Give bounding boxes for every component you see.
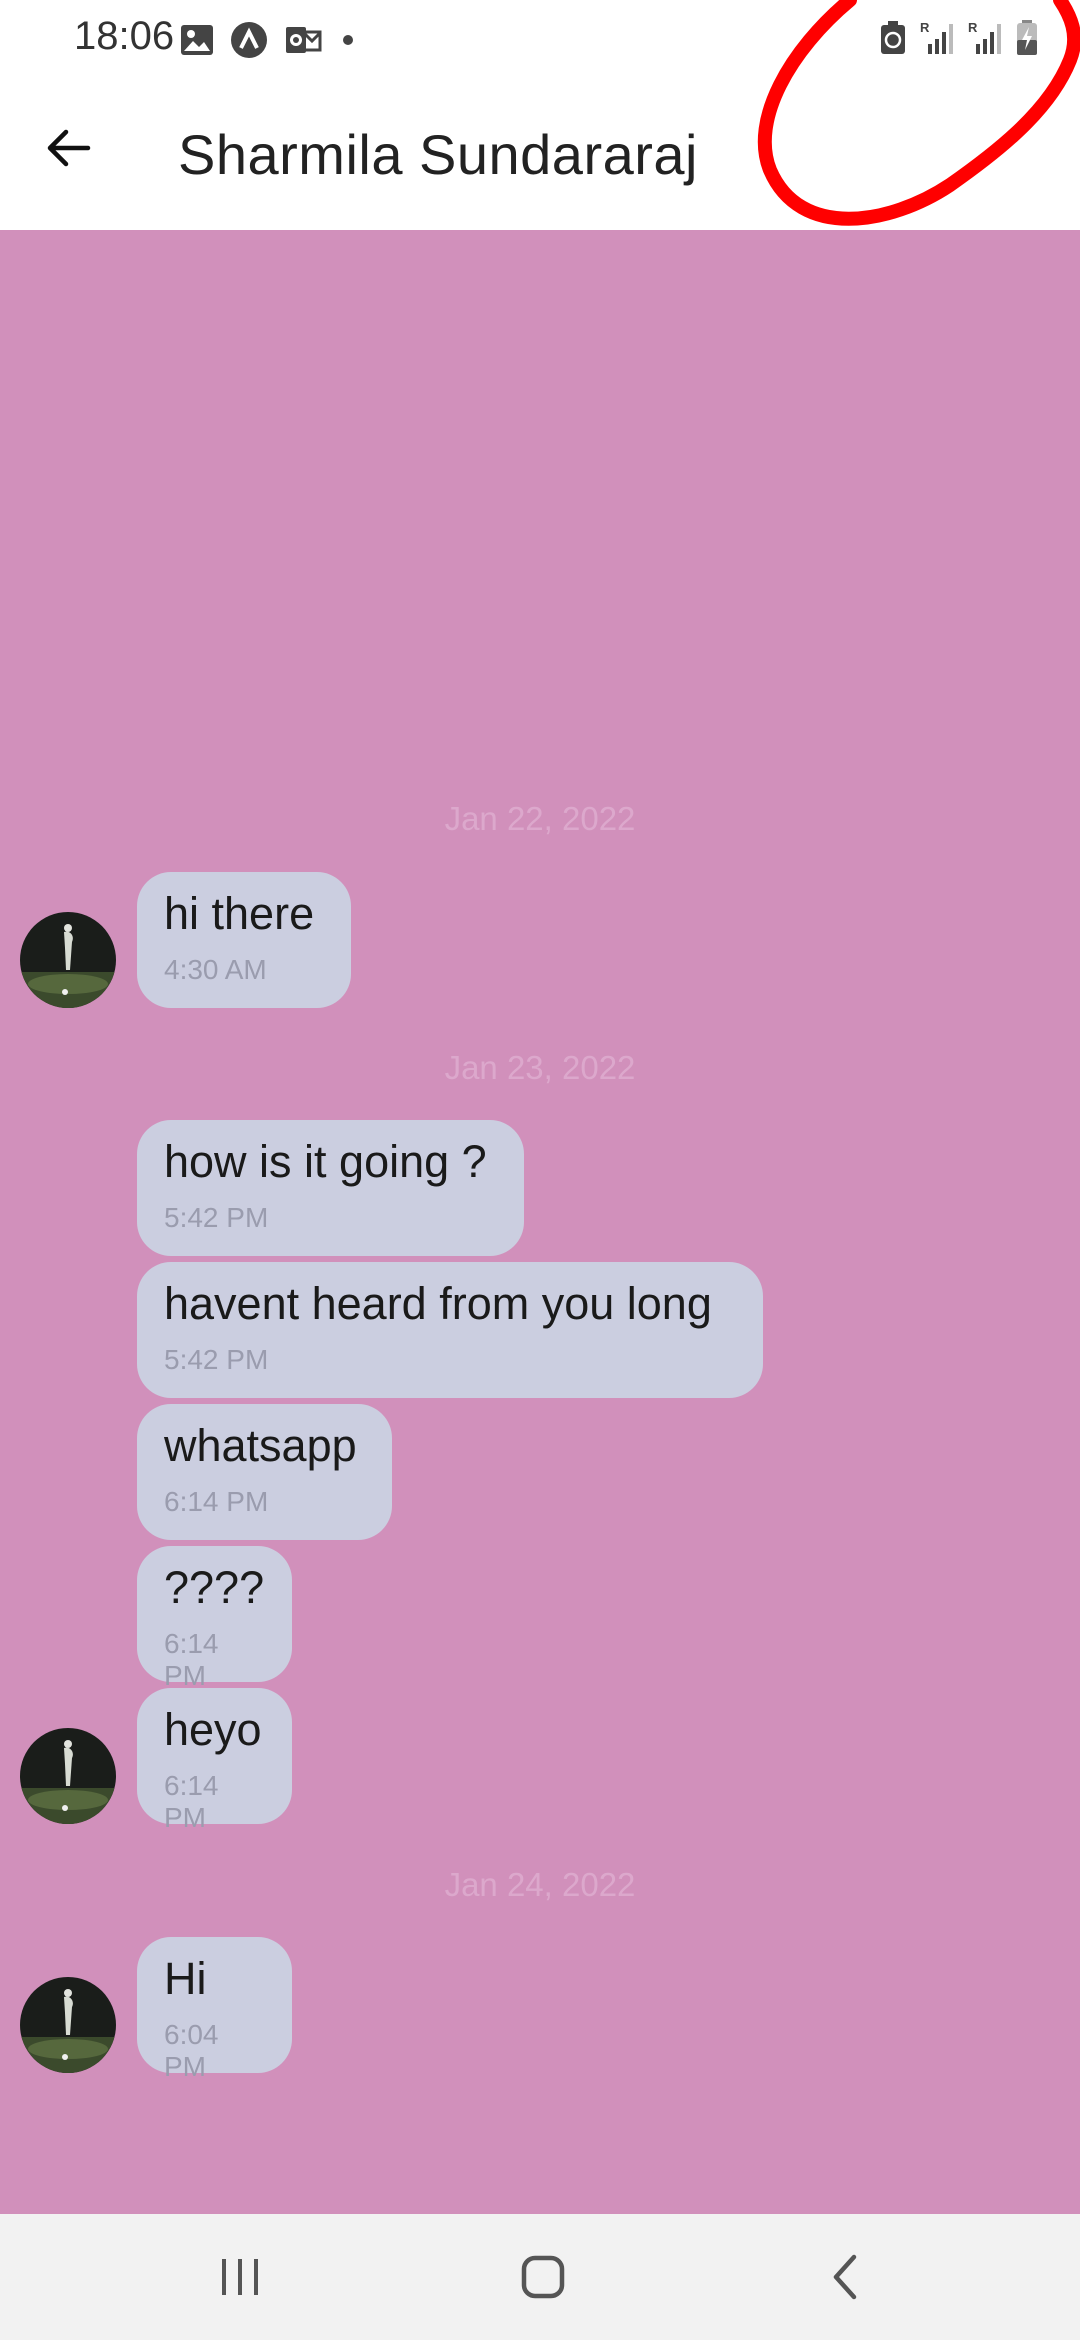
message-text: how is it going ? [164,1136,487,1187]
message-bubble[interactable]: whatsapp 6:14 PM [137,1404,392,1540]
message-time: 6:14 PM [164,1770,219,1833]
message-text: heyo [164,1704,262,1755]
app-icon [230,21,268,64]
avatar[interactable] [20,1728,116,1824]
nav-back-button[interactable] [806,2244,886,2310]
battery-saver-icon [880,20,906,60]
date-separator: Jan 23, 2022 [444,1049,636,1086]
arrow-left-icon [47,129,91,167]
status-time: 18:06 [74,14,175,58]
message-text: hi there [164,888,315,939]
status-bar: 18:06 R R [0,0,1080,80]
message-bubble[interactable]: heyo 6:14 PM [137,1688,292,1833]
avatar[interactable] [20,1977,116,2073]
avatar-photo [20,1728,116,1824]
message-time: 5:42 PM [164,1344,269,1375]
message-time: 6:04 PM [164,2019,219,2082]
contact-name: Sharmila Sundararaj [178,123,698,186]
dot-icon [338,30,358,55]
back-button[interactable] [36,116,100,180]
date-separator: Jan 24, 2022 [444,1866,636,1903]
message-bubble[interactable]: hi there 4:30 AM [137,872,351,1008]
svg-text:R: R [920,20,930,35]
home-icon [521,2255,565,2299]
svg-text:R: R [968,20,978,35]
chat-screen: 18:06 R R Sharmila Sundararaj Jan 22, 20… [0,0,1080,2340]
avatar-photo [20,1977,116,2073]
signal-roaming-icon: R [968,20,1002,61]
gallery-icon [180,24,214,61]
battery-charging-icon [1016,19,1038,61]
app-bar: Sharmila Sundararaj [0,80,1080,230]
message-bubble[interactable]: Hi 6:04 PM [137,1937,292,2082]
chat-area[interactable]: Jan 22, 2022 hi there 4:30 AM Jan 23, 20… [0,230,1080,2214]
recents-icon [222,2259,258,2295]
home-button[interactable] [503,2244,583,2310]
message-bubble[interactable]: how is it going ? 5:42 PM [137,1120,524,1256]
message-time: 4:30 AM [164,954,267,985]
avatar[interactable] [20,912,116,1008]
outlook-icon [284,24,322,61]
back-icon [833,2254,857,2300]
message-text: Hi [164,1953,207,2004]
date-separator: Jan 22, 2022 [444,800,636,837]
message-time: 6:14 PM [164,1628,219,1691]
recents-button[interactable] [200,2244,280,2310]
message-text: ???? [164,1562,265,1613]
message-time: 6:14 PM [164,1486,269,1517]
avatar-photo [20,912,116,1008]
message-bubble[interactable]: ???? 6:14 PM [137,1546,292,1691]
signal-roaming-icon: R [920,20,954,61]
message-time: 5:42 PM [164,1202,269,1233]
message-text: whatsapp [164,1420,357,1471]
message-bubble[interactable]: havent heard from you long 5:42 PM [137,1262,763,1398]
message-text: havent heard from you long [164,1278,712,1329]
navigation-bar [0,2214,1080,2340]
